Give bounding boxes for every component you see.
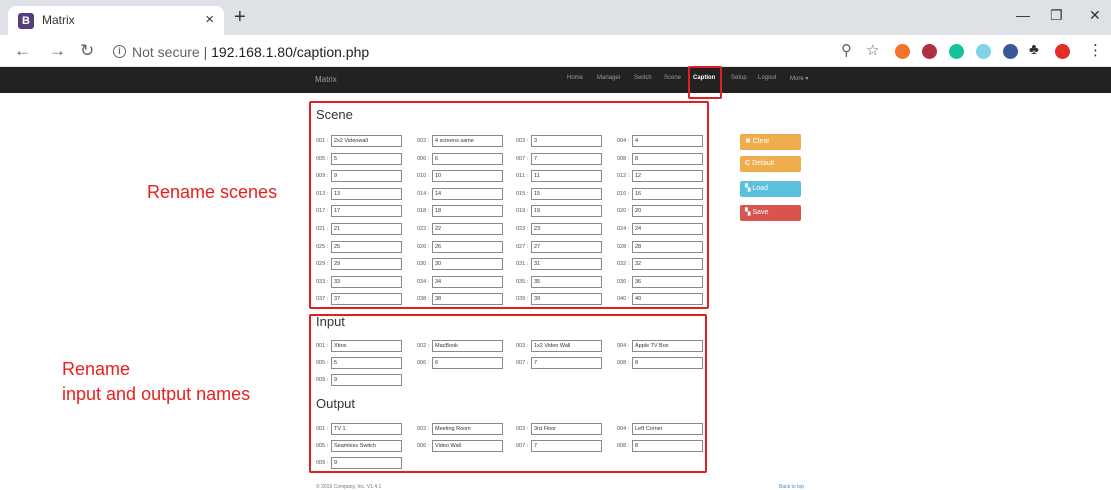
url-field[interactable]: Not secure | 192.168.1.80/caption.php xyxy=(132,44,369,60)
nav-setup[interactable]: Setup xyxy=(731,75,747,81)
grammarly-icon[interactable] xyxy=(949,44,964,59)
nav-more[interactable]: More ▾ xyxy=(790,75,808,82)
site-navbar: Matrix Home Manager Switch Scene Caption… xyxy=(0,67,1111,93)
reload-icon[interactable]: ↻ xyxy=(80,41,94,61)
bookmark-star-icon[interactable]: ☆ xyxy=(866,41,879,59)
extension-k-icon[interactable] xyxy=(922,44,937,59)
load-button-label: Load xyxy=(752,185,768,192)
clear-icon: ✖ xyxy=(745,138,751,145)
browser-tabstrip: B Matrix × + — ❐ ✕ xyxy=(0,0,1111,35)
default-button-label: Default xyxy=(752,160,775,167)
rename-io-annotation-line2: input and output names xyxy=(62,384,251,404)
save-button[interactable]: ▚ Save xyxy=(740,205,801,221)
caption-highlight-box xyxy=(688,66,722,99)
url-separator: | xyxy=(203,44,208,60)
info-icon[interactable]: i xyxy=(113,45,126,58)
extension-swirl-icon[interactable] xyxy=(1055,44,1070,59)
rename-scenes-annotation: Rename scenes xyxy=(147,182,278,202)
extension-react-icon[interactable] xyxy=(976,44,991,59)
new-tab-icon[interactable]: + xyxy=(234,6,246,28)
load-icon: ▚ xyxy=(745,185,751,192)
clear-button-label: Clear xyxy=(752,138,770,145)
rename-io-annotation-line1: Rename xyxy=(62,359,131,379)
default-button[interactable]: C Default xyxy=(740,156,801,172)
zoom-icon[interactable]: ⚲ xyxy=(841,41,852,59)
save-icon: ▚ xyxy=(745,209,751,216)
site-brand[interactable]: Matrix xyxy=(315,75,337,84)
nav-logout[interactable]: Logout xyxy=(758,75,776,81)
load-button[interactable]: ▚ Load xyxy=(740,181,801,197)
back-icon[interactable]: ← xyxy=(14,41,31,61)
nav-manager[interactable]: Manager xyxy=(597,75,621,81)
close-tab-icon[interactable]: × xyxy=(205,11,214,28)
menu-kebab-icon[interactable]: ⋮ xyxy=(1088,41,1103,59)
back-to-top-link[interactable]: Back to top xyxy=(779,484,804,490)
default-icon: C xyxy=(745,160,751,167)
address-bar: ← → ↻ i Not secure | 192.168.1.80/captio… xyxy=(0,35,1111,67)
io-highlight-box xyxy=(309,314,707,473)
restore-icon[interactable]: ❐ xyxy=(1050,7,1063,24)
browser-tab[interactable]: B Matrix × xyxy=(8,6,224,35)
extensions-puzzle-icon[interactable]: ♣ xyxy=(1029,41,1039,58)
extension-rocket-icon[interactable] xyxy=(1003,44,1018,59)
window-close-icon[interactable]: ✕ xyxy=(1089,7,1101,24)
save-button-label: Save xyxy=(752,209,769,216)
tab-title: Matrix xyxy=(42,13,75,27)
forward-icon[interactable]: → xyxy=(49,41,66,61)
bootstrap-favicon-icon: B xyxy=(18,13,34,29)
minimize-icon[interactable]: — xyxy=(1016,7,1030,23)
extension-diamond-icon[interactable] xyxy=(895,44,910,59)
nav-switch[interactable]: Switch xyxy=(634,75,652,81)
url-security-label: Not secure xyxy=(132,44,200,60)
nav-scene[interactable]: Scene xyxy=(664,75,681,81)
url-host: 192.168.1.80/caption.php xyxy=(211,44,370,60)
clear-button[interactable]: ✖ Clear xyxy=(740,134,801,150)
scene-highlight-box xyxy=(309,101,709,309)
footer-copyright: © 2019 Company, Inc. V1.4.1 xyxy=(316,484,382,490)
nav-home[interactable]: Home xyxy=(567,75,583,81)
